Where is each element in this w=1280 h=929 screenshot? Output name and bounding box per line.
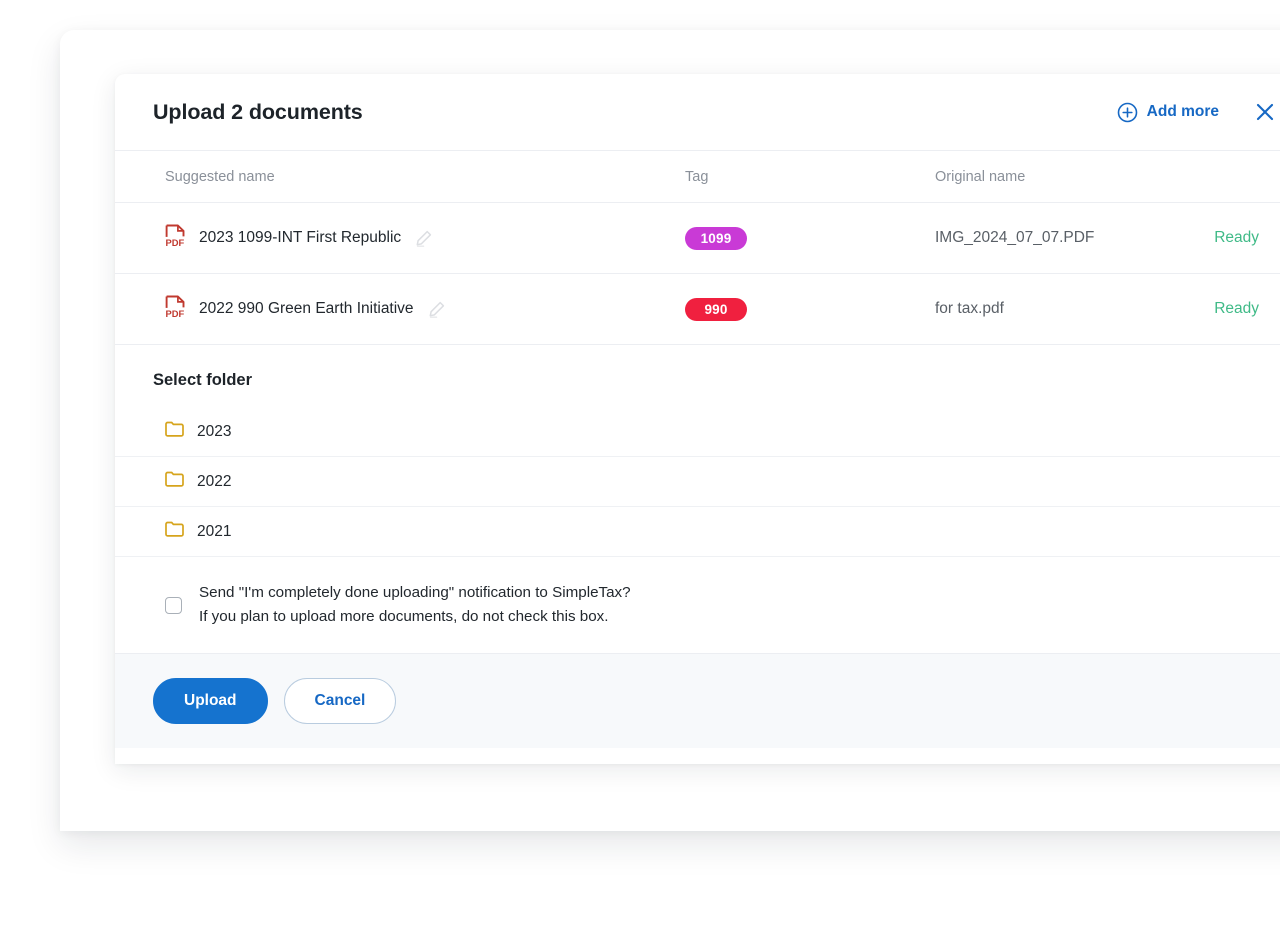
original-name-text: IMG_2024_07_07.PDF	[935, 229, 1095, 246]
screen: Upload 2 documents Add more Suggested na…	[0, 0, 1280, 929]
add-more-label: Add more	[1146, 103, 1219, 120]
done-uploading-checkbox[interactable]	[165, 596, 182, 614]
column-header-tag: Tag	[685, 168, 709, 185]
original-name-cell: for tax.pdf	[935, 300, 1200, 318]
table-row[interactable]: PDF 2022 990 Green Earth Initiative 990	[115, 274, 1280, 345]
pencil-edit-icon[interactable]	[427, 300, 446, 319]
suggested-name-text: 2022 990 Green Earth Initiative	[199, 300, 414, 317]
document-status-cell: Ready	[1200, 229, 1277, 247]
header-actions: Add more	[1117, 98, 1279, 126]
pdf-file-icon: PDF	[165, 295, 186, 323]
svg-text:PDF: PDF	[166, 308, 185, 318]
column-header-suggested-name: Suggested name	[165, 168, 275, 185]
cancel-button[interactable]: Cancel	[283, 678, 397, 725]
original-name-text: for tax.pdf	[935, 300, 1004, 317]
column-header-original-name: Original name	[935, 168, 1026, 185]
svg-text:PDF: PDF	[166, 237, 185, 247]
suggested-name-text: 2023 1099-INT First Republic	[199, 229, 402, 246]
folder-item-2023[interactable]: 2023	[115, 407, 1280, 457]
folder-item-2021[interactable]: 2021	[115, 507, 1280, 557]
done-uploading-label: Send "I'm completely done uploading" not…	[199, 581, 631, 629]
select-folder-section: Select folder 2023 2022 2021	[115, 345, 1280, 557]
close-icon	[1253, 103, 1277, 127]
pdf-file-icon: PDF	[165, 224, 186, 252]
dialog-header: Upload 2 documents Add more	[115, 74, 1280, 151]
status-text: Ready	[1214, 229, 1259, 246]
plus-circle-icon	[1117, 102, 1138, 123]
table-header-row: Suggested name Tag Original name	[115, 151, 1280, 203]
folder-icon	[165, 521, 184, 542]
document-name-cell: PDF 2023 1099-INT First Republic	[165, 224, 685, 252]
upload-documents-dialog: Upload 2 documents Add more Suggested na…	[115, 74, 1280, 764]
done-uploading-notification-row: Send "I'm completely done uploading" not…	[115, 557, 1280, 653]
status-text: Ready	[1214, 300, 1259, 317]
status-badge: 1099	[685, 226, 747, 250]
document-status-cell: Ready	[1200, 300, 1277, 318]
document-name-cell: PDF 2022 990 Green Earth Initiative	[165, 295, 685, 323]
pencil-edit-icon[interactable]	[414, 229, 433, 248]
notification-line-1: Send "I'm completely done uploading" not…	[199, 584, 631, 601]
close-dialog-button[interactable]	[1251, 98, 1279, 126]
original-name-cell: IMG_2024_07_07.PDF	[935, 229, 1200, 247]
folder-label: 2021	[197, 522, 232, 540]
page-title: Upload 2 documents	[153, 99, 363, 124]
document-tag-cell: 990	[685, 297, 935, 321]
table-row[interactable]: PDF 2023 1099-INT First Republic 1099 IM…	[115, 203, 1280, 274]
upload-button[interactable]: Upload	[153, 678, 268, 725]
folder-icon	[165, 471, 184, 492]
folder-icon	[165, 421, 184, 442]
notification-line-2: If you plan to upload more documents, do…	[199, 608, 609, 626]
folder-item-2022[interactable]: 2022	[115, 457, 1280, 507]
dialog-footer: Upload Cancel	[115, 653, 1280, 749]
select-folder-title: Select folder	[153, 371, 253, 389]
status-badge: 990	[685, 297, 747, 321]
add-more-button[interactable]: Add more	[1117, 102, 1219, 123]
documents-table: Suggested name Tag Original name PDF 202…	[115, 151, 1280, 345]
folder-label: 2022	[197, 472, 232, 490]
document-tag-cell: 1099	[685, 226, 935, 250]
folder-label: 2023	[197, 422, 232, 440]
